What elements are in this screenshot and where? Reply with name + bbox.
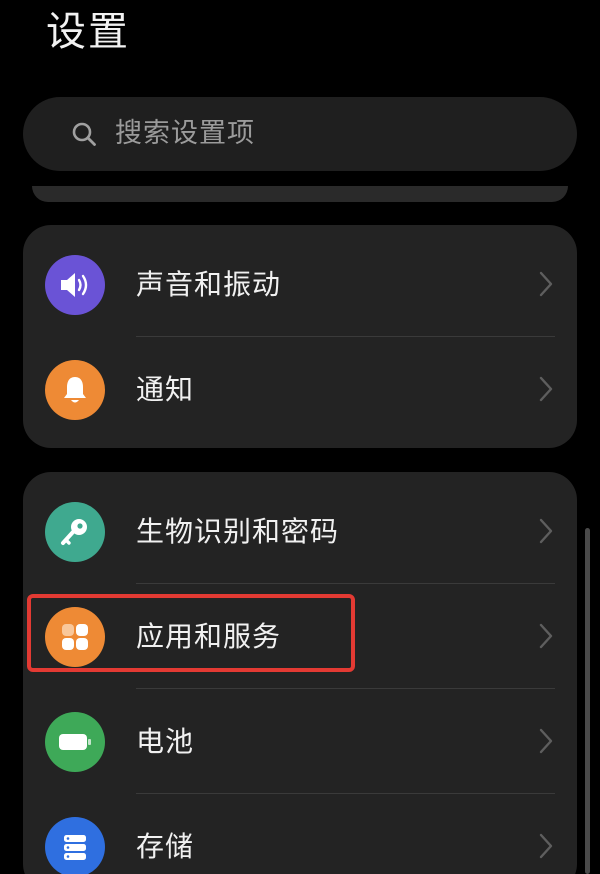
chevron-right-icon <box>539 518 553 544</box>
list-item-biometrics-password[interactable]: 生物识别和密码 <box>23 472 577 577</box>
battery-icon <box>45 712 105 772</box>
list-item-label: 生物识别和密码 <box>136 515 340 548</box>
bell-icon <box>45 360 105 420</box>
chevron-right-icon <box>539 833 553 859</box>
previous-card-edge <box>32 186 568 202</box>
list-item-battery[interactable]: 电池 <box>23 682 577 787</box>
speaker-icon <box>45 255 105 315</box>
chevron-right-icon <box>539 728 553 754</box>
list-item-label: 声音和振动 <box>136 268 282 301</box>
settings-screen: 设置 搜索设置项 声音和振动 通知 生物识别和密码 应用和服务 电池 存储 <box>0 0 600 874</box>
list-item-label: 通知 <box>136 373 195 406</box>
search-placeholder[interactable]: 搜索设置项 <box>115 97 255 171</box>
list-item-storage[interactable]: 存储 <box>23 787 577 874</box>
page-title: 设置 <box>46 9 130 55</box>
key-icon <box>45 502 105 562</box>
list-item-label: 电池 <box>136 725 195 758</box>
highlight-annotation-box <box>27 594 355 672</box>
chevron-right-icon <box>539 271 553 297</box>
chevron-right-icon <box>539 376 553 402</box>
storage-icon <box>45 817 105 874</box>
search-bar[interactable]: 搜索设置项 <box>23 97 577 171</box>
list-item-label: 存储 <box>136 830 195 863</box>
search-icon <box>72 122 96 146</box>
scrollbar-thumb[interactable] <box>585 528 590 874</box>
list-item-sound-vibration[interactable]: 声音和振动 <box>23 225 577 330</box>
list-item-notifications[interactable]: 通知 <box>23 330 577 435</box>
chevron-right-icon <box>539 623 553 649</box>
settings-group-1: 声音和振动 通知 <box>23 225 577 448</box>
settings-group-2: 生物识别和密码 应用和服务 电池 存储 <box>23 472 577 874</box>
